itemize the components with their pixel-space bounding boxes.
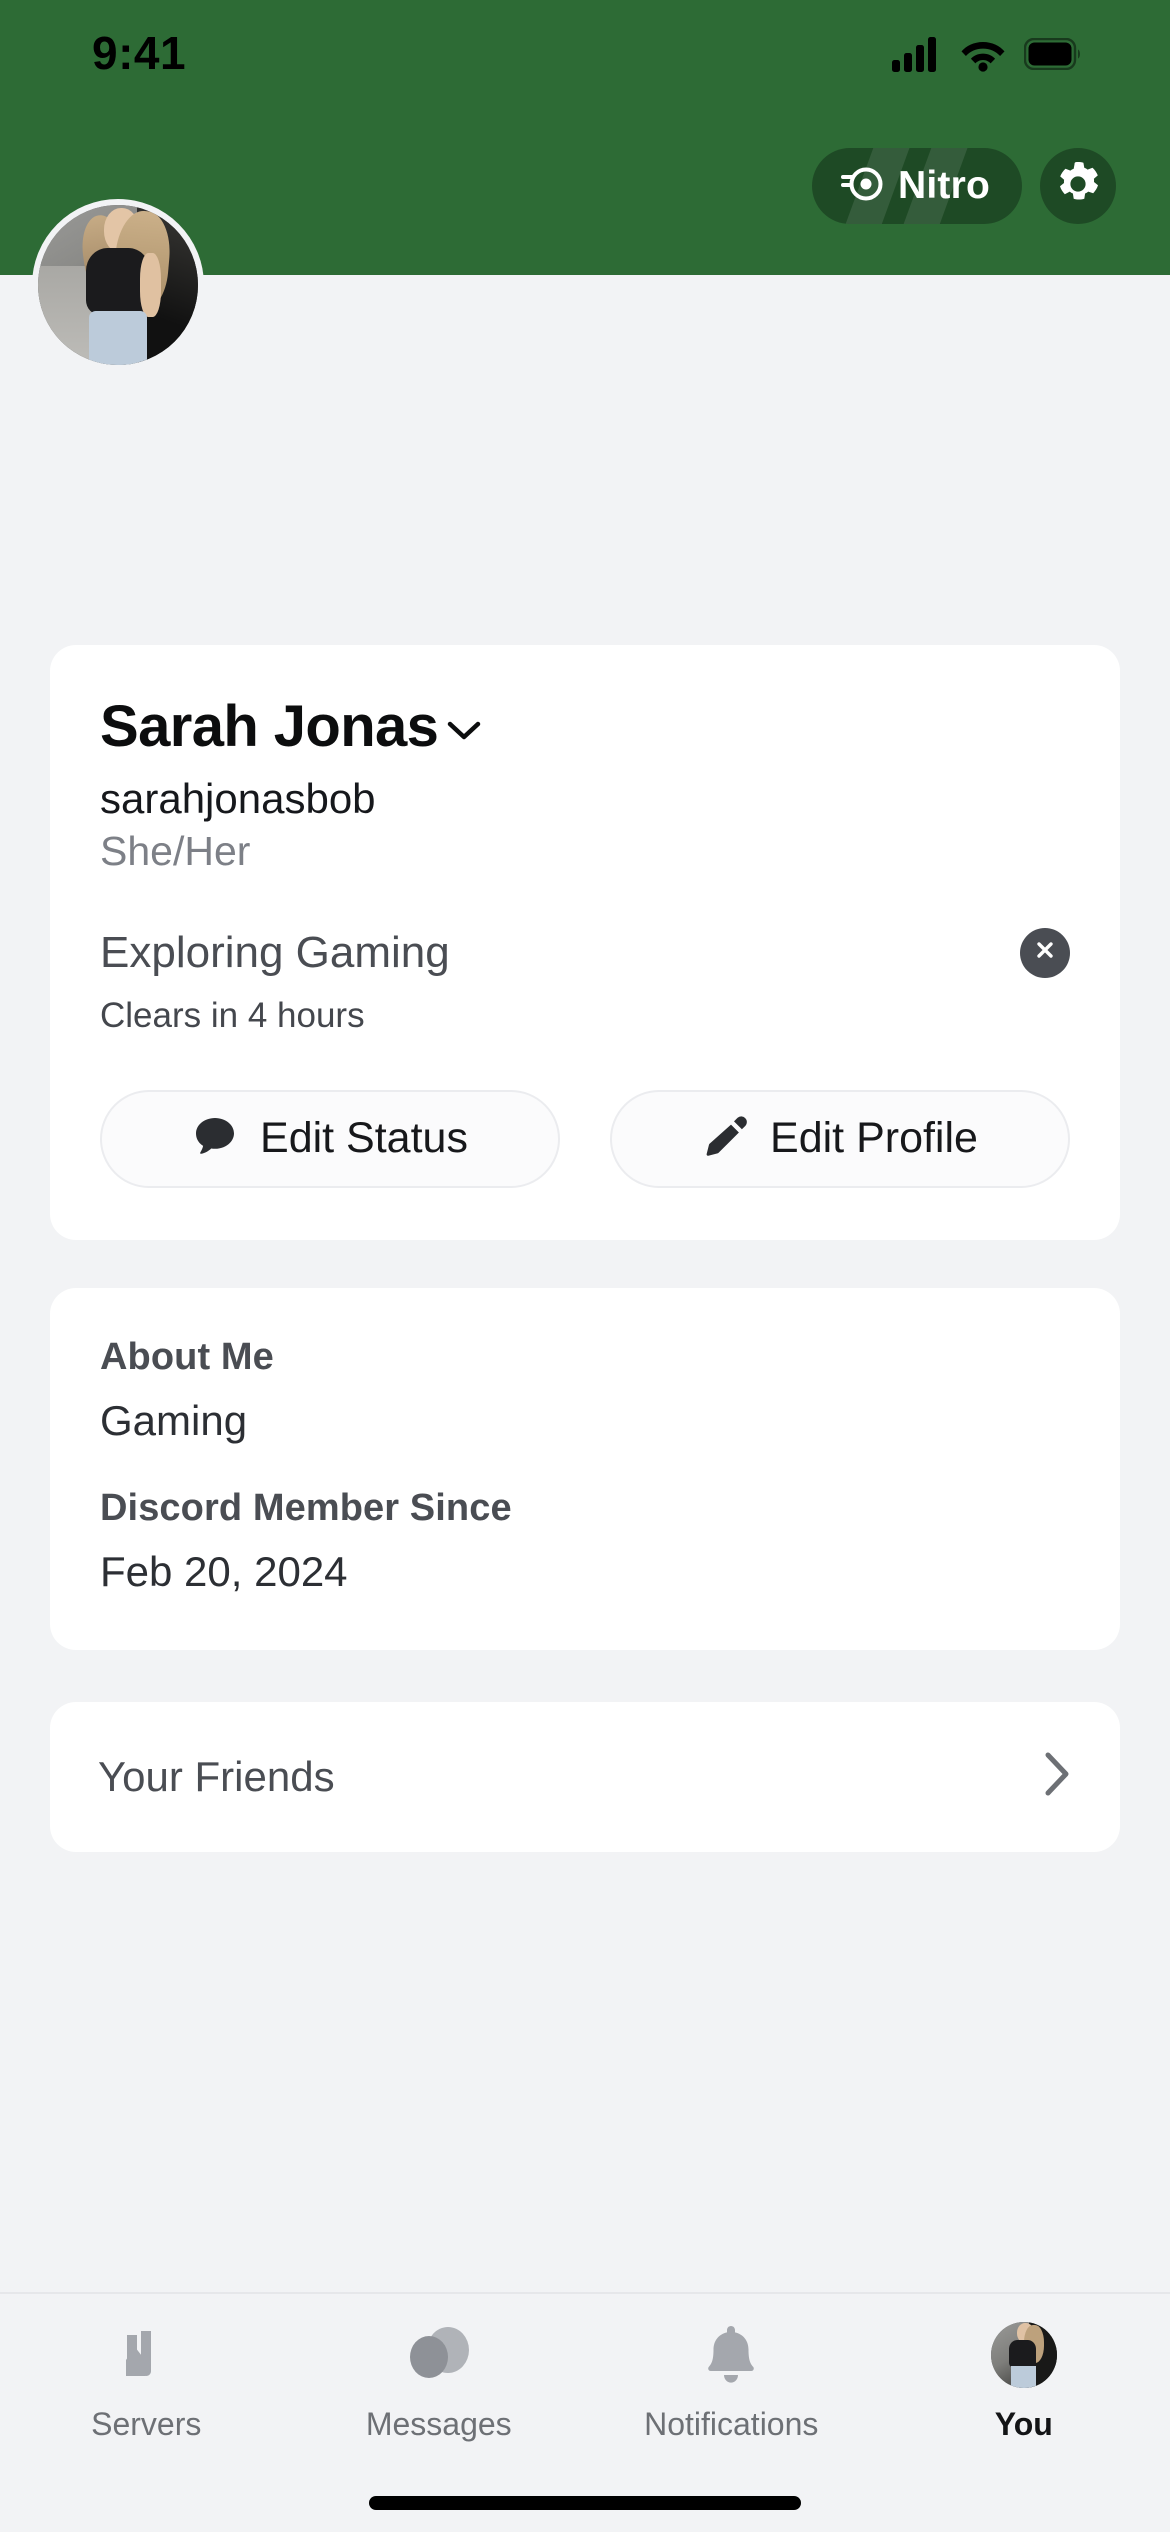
gear-icon [1056,161,1100,211]
edit-status-label: Edit Status [260,1114,468,1163]
header-actions: Nitro [812,148,1116,224]
about-card: About Me Gaming Discord Member Since Feb… [50,1287,1120,1650]
profile-action-buttons: Edit Status Edit Profile [100,1089,1070,1188]
page-title: Sarah Jonas [100,694,439,759]
profile-card: Sarah Jonas sarahjonasbob She/Her Explor… [50,645,1120,1240]
tab-messages-label: Messages [365,2406,512,2442]
profile-content: Sarah Jonas sarahjonasbob She/Her Explor… [0,275,1170,1852]
display-name-row[interactable]: Sarah Jonas [100,694,1070,759]
tab-notifications-label: Notifications [644,2406,819,2442]
status-bar-time: 9:41 [92,27,187,79]
pencil-icon [702,1113,748,1164]
tab-you-avatar [990,2318,1057,2392]
tab-notifications[interactable]: Notifications [585,2318,878,2443]
home-indicator [369,2496,801,2510]
tab-servers-label: Servers [91,2406,202,2442]
wifi-icon [959,36,1007,72]
edit-status-button[interactable]: Edit Status [100,1089,560,1188]
chevron-down-icon[interactable] [446,718,482,747]
your-friends-row[interactable]: Your Friends [50,1701,1120,1852]
chevron-right-icon [1042,1750,1072,1803]
clear-status-button[interactable] [1020,927,1070,978]
tab-you-label: You [994,2406,1053,2442]
status-expiry-text: Clears in 4 hours [100,995,365,1035]
bell-icon [703,2318,759,2392]
nitro-button[interactable]: Nitro [812,148,1022,224]
about-me-value: Gaming [100,1396,248,1444]
nitro-wheel-icon [840,164,884,209]
edit-profile-button[interactable]: Edit Profile [610,1089,1070,1188]
status-bar-indicators [892,36,1082,72]
tab-you[interactable]: You [878,2318,1170,2443]
edit-profile-label: Edit Profile [770,1114,978,1163]
user-avatar-photo [990,2322,1057,2388]
settings-button[interactable] [1040,148,1116,224]
servers-icon [115,2318,177,2392]
cellular-signal-icon [892,36,942,72]
bottom-tab-bar: Servers Messages Notifications You [0,2292,1170,2532]
tab-messages[interactable]: Messages [293,2318,586,2443]
status-bar: 9:41 [0,0,1170,96]
custom-status-text: Exploring Gaming [100,927,450,977]
pronouns: She/Her [100,828,251,875]
member-since-heading: Discord Member Since [100,1486,512,1529]
battery-icon [1024,38,1082,70]
custom-status-row: Exploring Gaming [100,927,1070,978]
tab-servers[interactable]: Servers [0,2318,293,2443]
close-circle-icon [1033,938,1057,967]
nitro-label: Nitro [898,164,990,207]
your-friends-label: Your Friends [98,1752,335,1800]
member-since-value: Feb 20, 2024 [100,1547,348,1595]
about-me-heading: About Me [100,1335,274,1378]
chat-bubble-icon [192,1113,238,1164]
username: sarahjonasbob [100,774,376,822]
messages-icon [404,2318,474,2392]
